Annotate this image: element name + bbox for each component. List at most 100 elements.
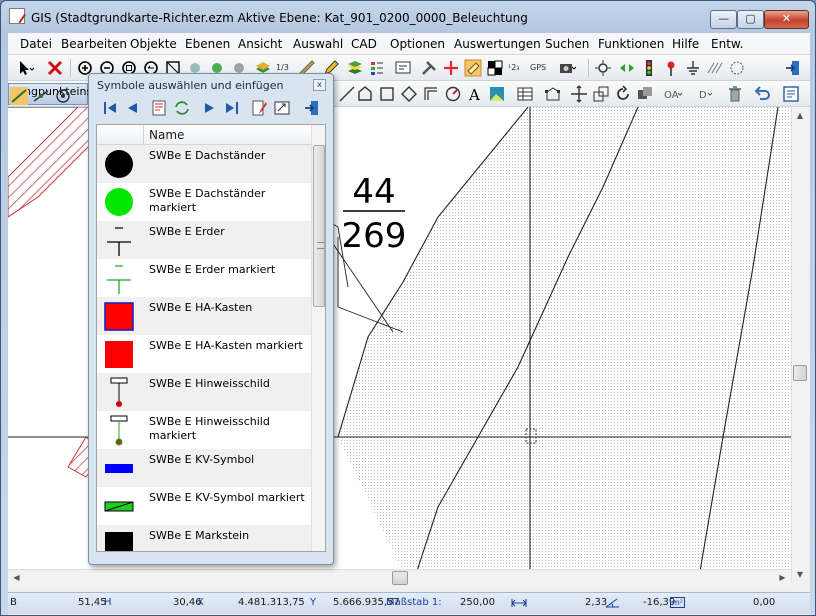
text-tool-icon[interactable]: A [466, 85, 484, 103]
horizontal-scroll-thumb[interactable] [392, 571, 408, 585]
rotate-icon[interactable] [614, 85, 632, 103]
ground-symbol-icon[interactable] [684, 59, 702, 77]
dialog-title: Symbole auswählen und einfügen [97, 79, 284, 92]
tag-icon[interactable] [464, 59, 482, 77]
parcel-number-top[interactable]: 44 [352, 172, 395, 212]
trash-icon[interactable] [726, 85, 744, 103]
display-dropdown-icon[interactable]: D [698, 85, 716, 103]
list-item[interactable]: SWBe E Dachständer markiert [97, 183, 311, 221]
symbol-list-scrollbar[interactable] [311, 125, 325, 551]
list-item[interactable]: SWBe E HA-Kasten [97, 297, 311, 335]
menu-hilfe[interactable]: Hilfe [672, 37, 699, 51]
draw-rectangle-icon[interactable] [378, 85, 396, 103]
sign-post-icon [103, 376, 135, 408]
list-item[interactable]: SWBe E KV-Symbol markiert [97, 487, 311, 525]
scale-label[interactable]: 1/3 [276, 63, 289, 72]
list-item[interactable]: SWBe E Erder [97, 221, 311, 259]
horizontal-scrollbar[interactable]: ◀ ▶ [8, 569, 791, 586]
dialog-exit-icon[interactable] [303, 99, 321, 117]
pin-icon[interactable] [662, 59, 680, 77]
undo-icon[interactable] [754, 85, 772, 103]
copy-object-icon[interactable] [636, 85, 654, 103]
draw-polygon-icon[interactable] [356, 85, 374, 103]
list-item[interactable]: SWBe E HA-Kasten markiert [97, 335, 311, 373]
delete-x-icon[interactable] [46, 59, 64, 77]
first-record-icon[interactable] [101, 99, 119, 117]
traffic-light-icon[interactable] [640, 59, 658, 77]
vertical-scrollbar[interactable]: ▲ ▼ [791, 107, 808, 583]
crosshair-icon[interactable] [442, 59, 460, 77]
snap-line-icon[interactable] [10, 87, 28, 105]
exit-door-icon[interactable] [784, 59, 802, 77]
camera-icon[interactable] [558, 59, 576, 77]
list-item[interactable]: SWBe E Hinweisschild markiert [97, 411, 311, 449]
list-item[interactable]: SWBe E Hinweisschild [97, 373, 311, 411]
pointer-select-icon[interactable] [16, 59, 34, 77]
properties-icon[interactable] [782, 85, 800, 103]
parcel-number-bottom[interactable]: 269 [342, 216, 407, 256]
list-item[interactable]: SWBe E Markstein [97, 525, 311, 551]
close-button[interactable]: ✕ [764, 10, 809, 29]
dialog-close-button[interactable]: x [313, 79, 326, 91]
attribute-dropdown-icon[interactable]: OA [664, 85, 682, 103]
scroll-right-icon[interactable]: ▶ [774, 570, 791, 586]
list-item[interactable]: SWBe E Dachständer [97, 145, 311, 183]
last-record-icon[interactable] [223, 99, 241, 117]
sun-icon[interactable] [594, 59, 612, 77]
column-name-header[interactable]: Name [149, 128, 184, 142]
minimize-button[interactable]: — [710, 10, 737, 29]
menu-entw[interactable]: Entw. [711, 37, 743, 51]
menu-auswertungen[interactable]: Auswertungen [454, 37, 541, 51]
snap-midpoint-icon[interactable] [32, 87, 50, 105]
list-item-label: SWBe E Erder markiert [149, 263, 276, 276]
compass-icon[interactable] [444, 85, 462, 103]
number-circle-icon[interactable] [728, 59, 746, 77]
green-arrows-icon[interactable] [618, 59, 636, 77]
image-tool-icon[interactable] [488, 85, 506, 103]
draw-offset-icon[interactable] [422, 85, 440, 103]
insert-symbol-icon[interactable] [273, 99, 291, 117]
sign-post-green-icon [103, 414, 135, 446]
snap-center-icon[interactable] [54, 87, 72, 105]
menu-auswahl[interactable]: Auswahl [293, 37, 343, 51]
checker-icon[interactable] [486, 59, 504, 77]
xyz-label[interactable]: ¹2₃ [508, 63, 520, 72]
layer-stack-icon[interactable] [346, 59, 364, 77]
title-bar[interactable]: GIS (Stadtgrundkarte-Richter.ezm Aktive … [1, 1, 815, 33]
maximize-button[interactable]: ▢ [737, 10, 764, 29]
scroll-up-icon[interactable]: ▲ [792, 107, 808, 124]
draw-line-icon[interactable] [338, 85, 356, 103]
edit-symbol-icon[interactable] [251, 99, 269, 117]
tools-icon[interactable] [420, 59, 438, 77]
scroll-left-icon[interactable]: ◀ [8, 570, 25, 586]
menu-funktionen[interactable]: Funktionen [598, 37, 664, 51]
filter-icon[interactable] [151, 99, 169, 117]
gps-label[interactable]: GPS [530, 63, 546, 72]
scroll-down-icon[interactable]: ▼ [792, 566, 808, 583]
status-h-value: 51,45 [78, 597, 107, 608]
scale-object-icon[interactable] [592, 85, 610, 103]
status-massstab-value[interactable]: 250,00 [460, 597, 495, 608]
hatch-icon[interactable] [706, 59, 724, 77]
edit-vertices-icon[interactable] [544, 85, 562, 103]
move-icon[interactable] [570, 85, 588, 103]
menu-optionen[interactable]: Optionen [390, 37, 445, 51]
list-item[interactable]: SWBe E KV-Symbol [97, 449, 311, 487]
next-record-icon[interactable] [201, 99, 219, 117]
draw-diamond-icon[interactable] [400, 85, 418, 103]
legend-icon[interactable] [368, 59, 386, 77]
table-tool-icon[interactable] [516, 85, 534, 103]
refresh-list-icon[interactable] [173, 99, 191, 117]
vertical-scroll-thumb[interactable] [793, 365, 807, 381]
previous-record-icon[interactable] [123, 99, 141, 117]
list-item[interactable]: SWBe E Erder markiert [97, 259, 311, 297]
menu-objekte[interactable]: Objekte [130, 37, 177, 51]
menu-bearbeiten[interactable]: Bearbeiten [61, 37, 127, 51]
menu-ebenen[interactable]: Ebenen [185, 37, 230, 51]
display-icon[interactable] [394, 59, 412, 77]
menu-suchen[interactable]: Suchen [545, 37, 589, 51]
menu-ansicht[interactable]: Ansicht [238, 37, 282, 51]
menu-cad[interactable]: CAD [351, 37, 377, 51]
symbol-list-scroll-thumb[interactable] [313, 145, 325, 307]
menu-datei[interactable]: Datei [20, 37, 52, 51]
